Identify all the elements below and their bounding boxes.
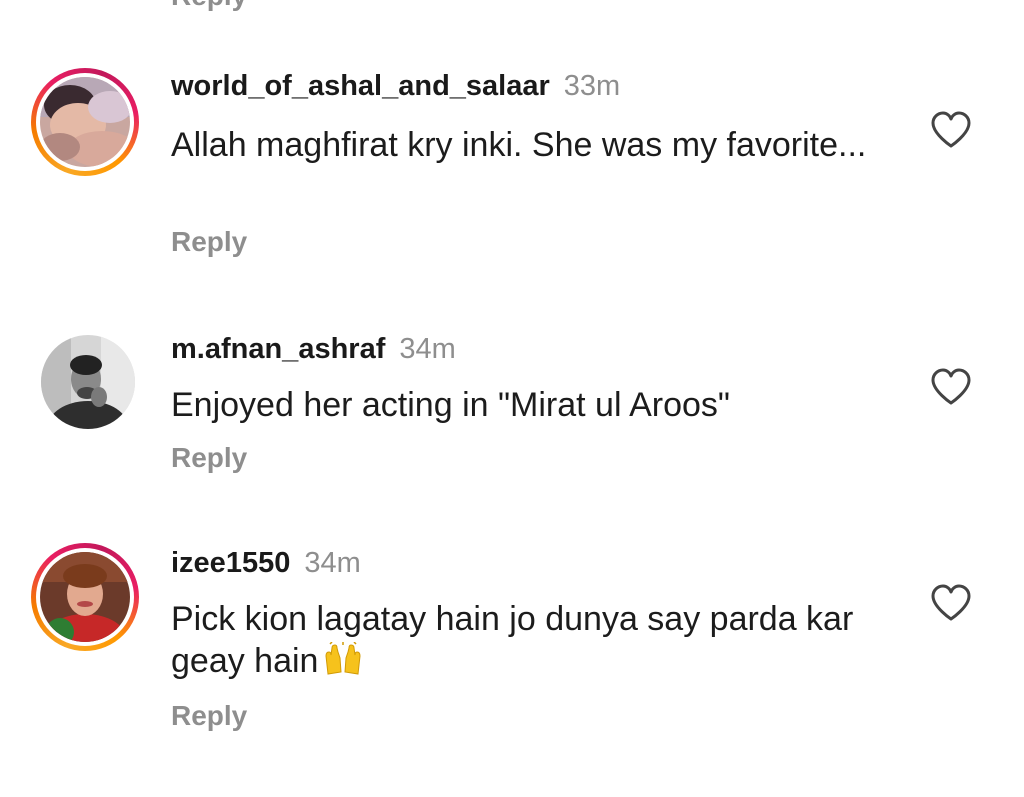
username[interactable]: m.afnan_ashraf	[171, 333, 385, 365]
timestamp: 34m	[304, 547, 361, 579]
comment-meta: world_of_ashal_and_salaar 33m	[171, 70, 620, 103]
comment-text: Allah maghfirat kry inki. She was my fav…	[171, 126, 867, 164]
timestamp: 34m	[399, 333, 456, 365]
reply-button[interactable]: Reply	[171, 226, 247, 258]
raising-hands-emoji-icon	[324, 641, 362, 686]
username[interactable]: izee1550	[171, 547, 290, 579]
avatar-story-ring[interactable]	[31, 68, 139, 176]
avatar-wrapper[interactable]	[31, 325, 139, 433]
heart-outline-icon[interactable]	[930, 583, 972, 623]
woman-photo-image	[40, 552, 130, 642]
man-photo-image	[41, 335, 135, 429]
reply-button[interactable]: Reply	[171, 700, 247, 732]
avatar-story-ring[interactable]	[31, 543, 139, 651]
timestamp: 33m	[563, 70, 621, 102]
comment-text: Enjoyed her acting in "Mirat ul Aroos"	[171, 386, 730, 424]
username[interactable]: world_of_ashal_and_salaar	[171, 70, 550, 102]
baby-photo-image	[40, 77, 130, 167]
comment-meta: m.afnan_ashraf 34m	[171, 333, 456, 366]
avatar	[40, 77, 130, 167]
comments-screen: Reply world_of_ashal_and_salaar 33m Allah…	[0, 0, 1024, 797]
comment-text-body: Pick kion lagatay hain jo dunya say pard…	[171, 600, 854, 680]
comment-text: Pick kion lagatay hain jo dunya say pard…	[171, 598, 871, 686]
avatar	[41, 335, 135, 429]
reply-button[interactable]: Reply	[171, 442, 247, 474]
comment-meta: izee1550 34m	[171, 547, 361, 580]
previous-reply-link[interactable]: Reply	[171, 0, 247, 12]
avatar	[40, 552, 130, 642]
heart-outline-icon[interactable]	[930, 110, 972, 150]
heart-outline-icon[interactable]	[930, 367, 972, 407]
